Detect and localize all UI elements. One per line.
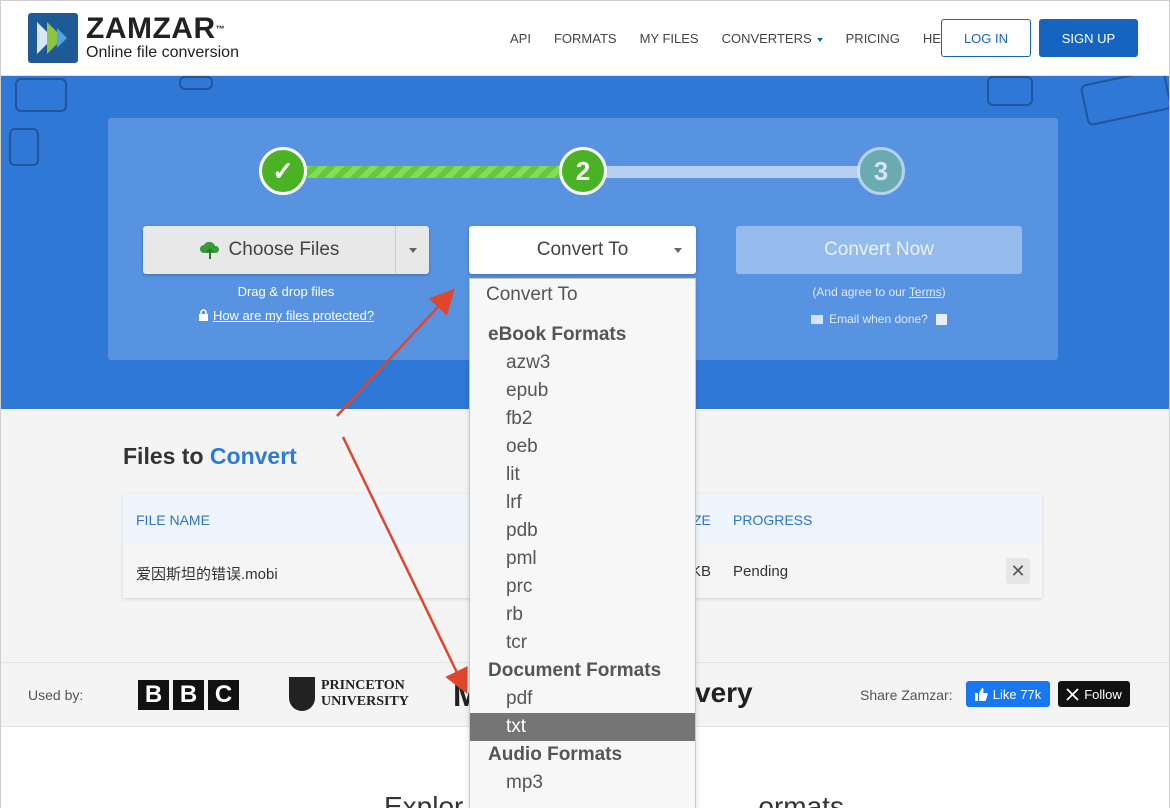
x-follow-label: Follow <box>1084 686 1122 702</box>
option-lrf[interactable]: lrf <box>470 489 695 517</box>
option-lit[interactable]: lit <box>470 461 695 489</box>
files-title-prefix: Files to <box>123 443 210 469</box>
convert-now-button[interactable]: Convert Now <box>736 226 1022 274</box>
main-nav: API FORMATS MY FILES CONVERTERS PRICING … <box>510 31 980 46</box>
progress-track-complete <box>304 166 562 178</box>
bbc-letter: B <box>138 680 169 710</box>
princeton-shield-icon <box>289 677 315 711</box>
step-2-indicator: 2 <box>559 147 607 195</box>
bbc-letter: C <box>208 680 239 710</box>
doodle-icon <box>179 76 213 90</box>
choose-files-dropdown[interactable] <box>395 226 429 274</box>
used-by-label: Used by: <box>28 687 84 703</box>
option-prc[interactable]: prc <box>470 573 695 601</box>
logo-name: ZAMZAR <box>86 12 216 45</box>
nav-api[interactable]: API <box>510 31 531 46</box>
explore-heading-left: Explor <box>384 791 464 808</box>
column-file-name: FILE NAME <box>136 512 210 528</box>
zamzar-logo-icon <box>28 13 78 63</box>
explore-heading-right: ormats <box>758 791 844 808</box>
group-audio-formats: Audio Formats <box>488 744 623 765</box>
terms-agreement: (And agree to our Terms) <box>736 285 1022 299</box>
logo-tagline: Online file conversion <box>86 44 239 61</box>
thumbs-up-icon <box>974 687 988 701</box>
chevron-down-icon <box>408 247 417 253</box>
nav-converters[interactable]: CONVERTERS <box>722 31 823 46</box>
x-logo-icon <box>1066 687 1079 701</box>
signup-button[interactable]: SIGN UP <box>1039 19 1138 57</box>
nav-pricing[interactable]: PRICING <box>846 31 900 46</box>
convert-to-select[interactable]: Convert To <box>469 226 696 274</box>
logo-trademark: ™ <box>215 24 226 34</box>
drag-drop-hint: Drag & drop files <box>237 284 335 299</box>
terms-link[interactable]: Terms <box>909 285 942 299</box>
file-doodle-icon <box>9 128 39 166</box>
option-pdb[interactable]: pdb <box>470 517 695 545</box>
email-when-done: Email when done? <box>736 312 1022 326</box>
chevron-down-icon <box>816 37 823 42</box>
option-mp3[interactable]: mp3 <box>470 769 695 797</box>
facebook-like-button[interactable]: Like 77k <box>966 681 1050 707</box>
agree-suffix: ) <box>941 285 946 299</box>
choose-files-button[interactable]: Choose Files <box>143 226 429 274</box>
group-document-formats: Document Formats <box>488 660 662 681</box>
chevron-down-icon <box>674 248 682 253</box>
lock-icon <box>198 309 208 321</box>
screen-doodle-icon <box>1079 76 1169 127</box>
nav-my-files[interactable]: MY FILES <box>640 31 699 46</box>
nav-converters-label: CONVERTERS <box>721 31 812 46</box>
step-3-indicator: 3 <box>857 147 905 195</box>
choose-files-label: Choose Files <box>228 239 340 260</box>
princeton-logo: PRINCETON UNIVERSITY <box>289 677 409 711</box>
bbc-letter: B <box>173 680 204 710</box>
nav-formats[interactable]: FORMATS <box>554 31 617 46</box>
zamzar-logo[interactable]: ZAMZAR™ Online file conversion <box>28 13 239 63</box>
file-name: 爱因斯坦的错误.mobi <box>136 566 278 583</box>
files-title-accent: Convert <box>209 443 297 469</box>
dropdown-option-placeholder[interactable]: Convert To <box>470 279 695 311</box>
option-rb[interactable]: rb <box>470 601 695 629</box>
cloud-upload-icon <box>199 241 219 259</box>
progress-track-pending <box>604 166 860 178</box>
choose-files-main[interactable]: Choose Files <box>143 226 395 274</box>
option-azw3[interactable]: azw3 <box>470 349 695 377</box>
convert-to-dropdown: Convert To eBook Formats azw3 epub fb2 o… <box>469 278 696 808</box>
option-fb2[interactable]: fb2 <box>470 405 695 433</box>
file-progress: Pending <box>733 563 789 580</box>
facebook-like-label: Like 77k <box>992 686 1042 702</box>
login-button[interactable]: LOG IN <box>941 19 1031 57</box>
option-txt[interactable]: txt <box>470 713 695 741</box>
option-pml[interactable]: pml <box>470 545 695 573</box>
x-follow-button[interactable]: Follow <box>1058 681 1130 707</box>
email-when-done-label: Email when done? <box>829 312 928 326</box>
group-ebook-formats: eBook Formats <box>488 324 627 345</box>
site-header: ZAMZAR™ Online file conversion API FORMA… <box>1 1 1169 76</box>
folder-doodle-icon <box>987 76 1033 106</box>
agree-prefix: (And agree to our <box>812 285 909 299</box>
discovery-logo-partial: very <box>695 677 753 708</box>
option-tcr[interactable]: tcr <box>470 629 695 657</box>
envelope-icon <box>811 314 824 324</box>
remove-file-button[interactable]: ✕ <box>1006 558 1030 584</box>
files-title: Files to Convert <box>123 443 297 470</box>
option-oeb[interactable]: oeb <box>470 433 695 461</box>
column-progress: PROGRESS <box>733 512 813 528</box>
princeton-line1: PRINCETON <box>321 678 405 693</box>
convert-to-label: Convert To <box>536 239 629 260</box>
princeton-line2: UNIVERSITY <box>321 694 409 709</box>
bbc-logo: B B C <box>138 680 239 710</box>
file-protection-info: How are my files protected? <box>143 308 429 323</box>
email-when-done-checkbox[interactable] <box>935 313 947 325</box>
file-protection-link[interactable]: How are my files protected? <box>213 308 374 323</box>
step-1-indicator: ✓ <box>259 147 307 195</box>
option-epub[interactable]: epub <box>470 377 695 405</box>
share-label: Share Zamzar: <box>860 687 953 703</box>
option-pdf[interactable]: pdf <box>470 685 695 713</box>
video-doodle-icon <box>15 78 67 112</box>
